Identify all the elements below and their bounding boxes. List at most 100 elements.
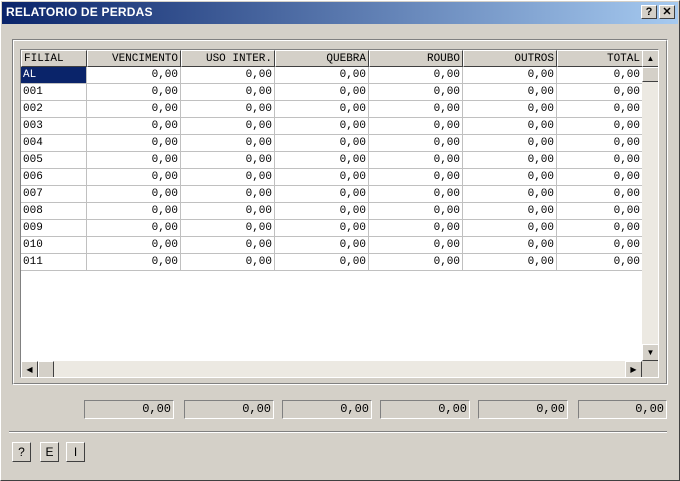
value-cell[interactable]: 0,00 [181,101,275,118]
value-cell[interactable]: 0,00 [181,152,275,169]
value-cell[interactable]: 0,00 [275,135,369,152]
value-cell[interactable]: 0,00 [181,84,275,101]
table-row[interactable]: 007 0,00 0,00 0,00 0,00 0,00 0,00 [21,186,642,203]
value-cell[interactable]: 0,00 [557,186,642,203]
column-header[interactable]: ROUBO [369,50,463,67]
table-row[interactable]: 004 0,00 0,00 0,00 0,00 0,00 0,00 [21,135,642,152]
value-cell[interactable]: 0,00 [463,220,557,237]
value-cell[interactable]: 0,00 [181,220,275,237]
value-cell[interactable]: 0,00 [463,101,557,118]
value-cell[interactable]: 0,00 [181,169,275,186]
table-row[interactable]: 002 0,00 0,00 0,00 0,00 0,00 0,00 [21,101,642,118]
value-cell[interactable]: 0,00 [369,135,463,152]
value-cell[interactable]: 0,00 [463,203,557,220]
value-cell[interactable]: 0,00 [87,237,181,254]
value-cell[interactable]: 0,00 [181,237,275,254]
value-cell[interactable]: 0,00 [463,237,557,254]
value-cell[interactable]: 0,00 [557,203,642,220]
value-cell[interactable]: 0,00 [181,135,275,152]
value-cell[interactable]: 0,00 [275,101,369,118]
branch-cell[interactable]: 005 [21,152,87,169]
value-cell[interactable]: 0,00 [369,186,463,203]
value-cell[interactable]: 0,00 [463,254,557,271]
branch-cell[interactable]: 001 [21,84,87,101]
branch-cell[interactable]: 008 [21,203,87,220]
help-button[interactable]: ? [12,442,31,462]
value-cell[interactable]: 0,00 [557,169,642,186]
losses-grid[interactable]: FILIAL VENCIMENTO USO INTER. QUEBRA ROUBO OUT… [20,49,659,378]
column-header[interactable]: OUTROS [463,50,557,67]
branch-cell[interactable]: 010 [21,237,87,254]
value-cell[interactable]: 0,00 [463,169,557,186]
value-cell[interactable]: 0,00 [87,152,181,169]
close-button[interactable]: ✕ [659,5,675,19]
value-cell[interactable]: 0,00 [87,84,181,101]
value-cell[interactable]: 0,00 [463,84,557,101]
value-cell[interactable]: 0,00 [369,118,463,135]
title-bar[interactable]: RELATORIO DE PERDAS ? ✕ [2,2,678,24]
value-cell[interactable]: 0,00 [557,101,642,118]
value-cell[interactable]: 0,00 [369,203,463,220]
value-cell[interactable]: 0,00 [275,237,369,254]
branch-cell[interactable]: 006 [21,169,87,186]
value-cell[interactable]: 0,00 [463,135,557,152]
value-cell[interactable]: 0,00 [463,67,557,84]
value-cell[interactable]: 0,00 [275,118,369,135]
value-cell[interactable]: 0,00 [87,135,181,152]
table-row[interactable]: AL 0,00 0,00 0,00 0,00 0,00 0,00 [21,67,642,84]
value-cell[interactable]: 0,00 [275,84,369,101]
vertical-scroll-thumb[interactable] [642,67,658,82]
column-header[interactable]: QUEBRA [275,50,369,67]
table-row[interactable]: 003 0,00 0,00 0,00 0,00 0,00 0,00 [21,118,642,135]
value-cell[interactable]: 0,00 [557,118,642,135]
value-cell[interactable]: 0,00 [275,203,369,220]
table-row[interactable]: 010 0,00 0,00 0,00 0,00 0,00 0,00 [21,237,642,254]
branch-cell[interactable]: 007 [21,186,87,203]
branch-cell[interactable]: AL [21,67,87,84]
value-cell[interactable]: 0,00 [87,220,181,237]
horizontal-scroll-thumb[interactable] [38,361,54,377]
value-cell[interactable]: 0,00 [557,135,642,152]
value-cell[interactable]: 0,00 [557,254,642,271]
value-cell[interactable]: 0,00 [369,101,463,118]
table-row[interactable]: 005 0,00 0,00 0,00 0,00 0,00 0,00 [21,152,642,169]
value-cell[interactable]: 0,00 [463,118,557,135]
value-cell[interactable]: 0,00 [369,220,463,237]
value-cell[interactable]: 0,00 [557,152,642,169]
value-cell[interactable]: 0,00 [369,67,463,84]
branch-cell[interactable]: 011 [21,254,87,271]
scroll-down-icon[interactable]: ▼ [642,344,658,361]
table-row[interactable]: 008 0,00 0,00 0,00 0,00 0,00 0,00 [21,203,642,220]
column-header[interactable]: VENCIMENTO [87,50,181,67]
value-cell[interactable]: 0,00 [87,186,181,203]
horizontal-scrollbar[interactable]: ◀ ▶ [21,361,642,377]
value-cell[interactable]: 0,00 [369,237,463,254]
column-header[interactable]: USO INTER. [181,50,275,67]
value-cell[interactable]: 0,00 [87,118,181,135]
value-cell[interactable]: 0,00 [181,254,275,271]
branch-cell[interactable]: 003 [21,118,87,135]
value-cell[interactable]: 0,00 [369,254,463,271]
value-cell[interactable]: 0,00 [181,186,275,203]
value-cell[interactable]: 0,00 [87,67,181,84]
scroll-left-icon[interactable]: ◀ [21,361,38,377]
value-cell[interactable]: 0,00 [87,203,181,220]
value-cell[interactable]: 0,00 [369,169,463,186]
table-row[interactable]: 009 0,00 0,00 0,00 0,00 0,00 0,00 [21,220,642,237]
table-row[interactable]: 001 0,00 0,00 0,00 0,00 0,00 0,00 [21,84,642,101]
scroll-right-icon[interactable]: ▶ [625,361,642,377]
value-cell[interactable]: 0,00 [463,152,557,169]
vertical-scrollbar[interactable]: ▲ ▼ [642,50,658,361]
value-cell[interactable]: 0,00 [87,101,181,118]
table-row[interactable]: 006 0,00 0,00 0,00 0,00 0,00 0,00 [21,169,642,186]
value-cell[interactable]: 0,00 [275,254,369,271]
branch-cell[interactable]: 009 [21,220,87,237]
branch-cell[interactable]: 004 [21,135,87,152]
value-cell[interactable]: 0,00 [369,84,463,101]
value-cell[interactable]: 0,00 [557,220,642,237]
column-header[interactable]: TOTAL [557,50,642,67]
scroll-up-icon[interactable]: ▲ [642,50,658,67]
column-header[interactable]: FILIAL [21,50,87,67]
value-cell[interactable]: 0,00 [275,220,369,237]
value-cell[interactable]: 0,00 [181,203,275,220]
